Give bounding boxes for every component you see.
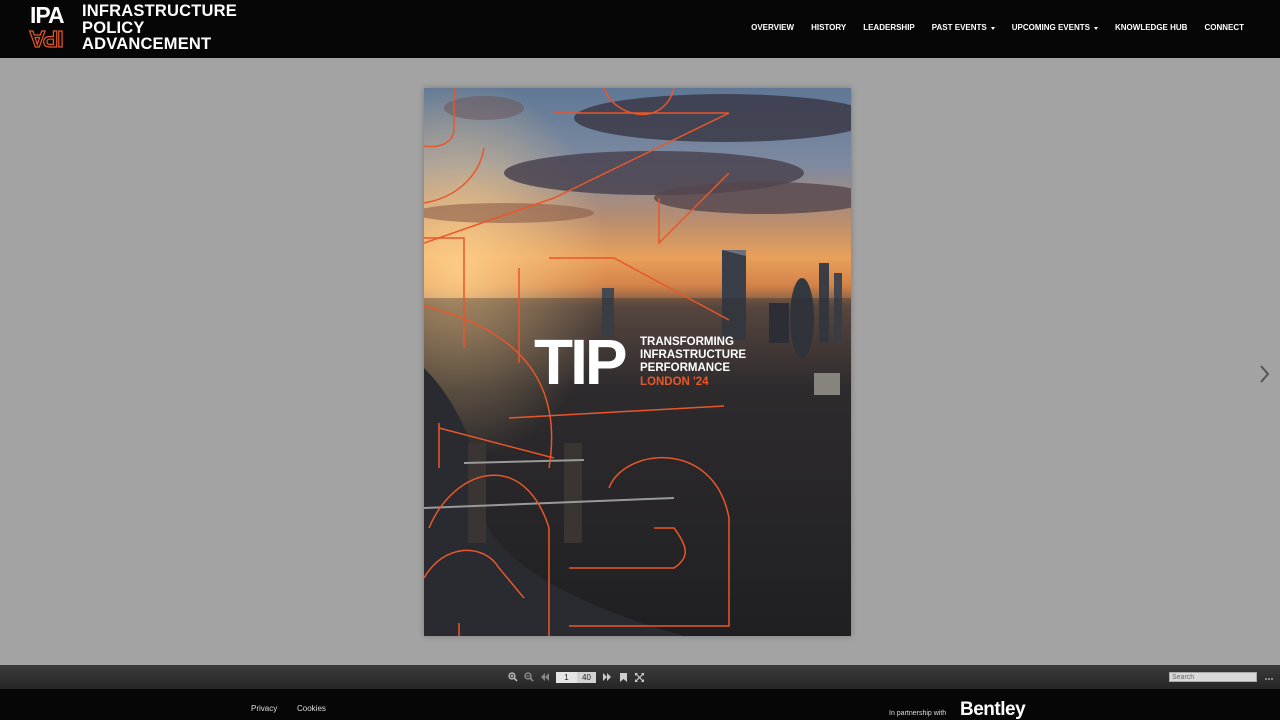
cover-event: LONDON '24	[640, 375, 709, 388]
logo-line: ADVANCEMENT	[82, 35, 212, 53]
cover-subtitle: TRANSFORMING INFRASTRUCTURE PERFORMANCE …	[640, 336, 746, 389]
last-page-icon[interactable]	[599, 669, 615, 685]
page-total: 40	[577, 671, 596, 683]
logo-wordmark: INFRASTRUCTURE POLICY ADVANCEMENT	[82, 3, 237, 53]
cover-subtitle-line: INFRASTRUCTURE	[640, 349, 747, 362]
main-nav: OVERVIEW HISTORY LEADERSHIP PAST EVENTS …	[734, 22, 1244, 34]
nav-knowledge-hub[interactable]: KNOWLEDGE HUB	[1115, 22, 1187, 34]
cover-subtitle-line: PERFORMANCE	[640, 362, 731, 375]
bookmark-icon[interactable]	[615, 669, 631, 685]
caret-down-icon	[1093, 26, 1098, 30]
logo-line: POLICY	[82, 18, 145, 37]
zoom-out-icon[interactable]	[521, 669, 537, 685]
caret-down-icon	[990, 26, 995, 30]
logo-line: INFRASTRUCTURE	[82, 2, 237, 20]
logo-mark-text: IPA	[30, 2, 65, 28]
nav-past-events[interactable]: PAST EVENTS	[932, 22, 995, 34]
nav-label: OVERVIEW	[751, 23, 795, 32]
cover-title-block: TIP TRANSFORMING INFRASTRUCTURE PERFORMA…	[534, 330, 794, 394]
logo-mark-reflection: IPA	[29, 25, 64, 52]
nav-label: UPCOMING EVENTS	[1011, 23, 1090, 32]
nav-label: HISTORY	[811, 23, 847, 32]
site-logo[interactable]: IPA IPA INFRASTRUCTURE POLICY ADVANCEMEN…	[29, 2, 236, 55]
page-indicator: 40	[556, 671, 596, 683]
flipbook-cover-page[interactable]: TIP TRANSFORMING INFRASTRUCTURE PERFORMA…	[424, 88, 851, 636]
site-footer: Privacy Cookies In partnership with Bent…	[0, 689, 1280, 720]
cover-title: TIP	[534, 326, 628, 398]
nav-label: KNOWLEDGE HUB	[1114, 23, 1188, 32]
first-page-icon[interactable]	[537, 669, 553, 685]
flipbook-search-input[interactable]	[1169, 672, 1257, 682]
nav-label: PAST EVENTS	[931, 23, 987, 32]
nav-label: LEADERSHIP	[863, 23, 915, 32]
nav-connect[interactable]: CONNECT	[1204, 22, 1244, 34]
nav-history[interactable]: HISTORY	[811, 22, 846, 34]
fullscreen-icon[interactable]	[631, 669, 647, 685]
footer-link-privacy[interactable]: Privacy	[251, 704, 277, 714]
toolbar-controls: 40	[505, 669, 647, 685]
site-header: IPA IPA INFRASTRUCTURE POLICY ADVANCEMEN…	[0, 0, 1280, 58]
more-icon[interactable]	[1264, 671, 1274, 681]
bentley-logo[interactable]: Bentley	[960, 700, 1026, 720]
page-number-input[interactable]	[556, 671, 577, 683]
footer-link-cookies[interactable]: Cookies	[297, 704, 326, 714]
zoom-in-icon[interactable]	[505, 669, 521, 685]
next-page-arrow-icon[interactable]	[1258, 363, 1272, 385]
cover-subtitle-line: TRANSFORMING	[640, 336, 734, 348]
flipbook-toolbar: 40	[0, 665, 1280, 689]
nav-upcoming-events[interactable]: UPCOMING EVENTS	[1012, 22, 1098, 34]
ipa-logo-mark: IPA IPA	[29, 2, 76, 53]
nav-leadership[interactable]: LEADERSHIP	[863, 22, 915, 34]
nav-label: CONNECT	[1204, 23, 1244, 32]
partner-text: In partnership with	[889, 710, 947, 717]
nav-overview[interactable]: OVERVIEW	[751, 22, 794, 34]
